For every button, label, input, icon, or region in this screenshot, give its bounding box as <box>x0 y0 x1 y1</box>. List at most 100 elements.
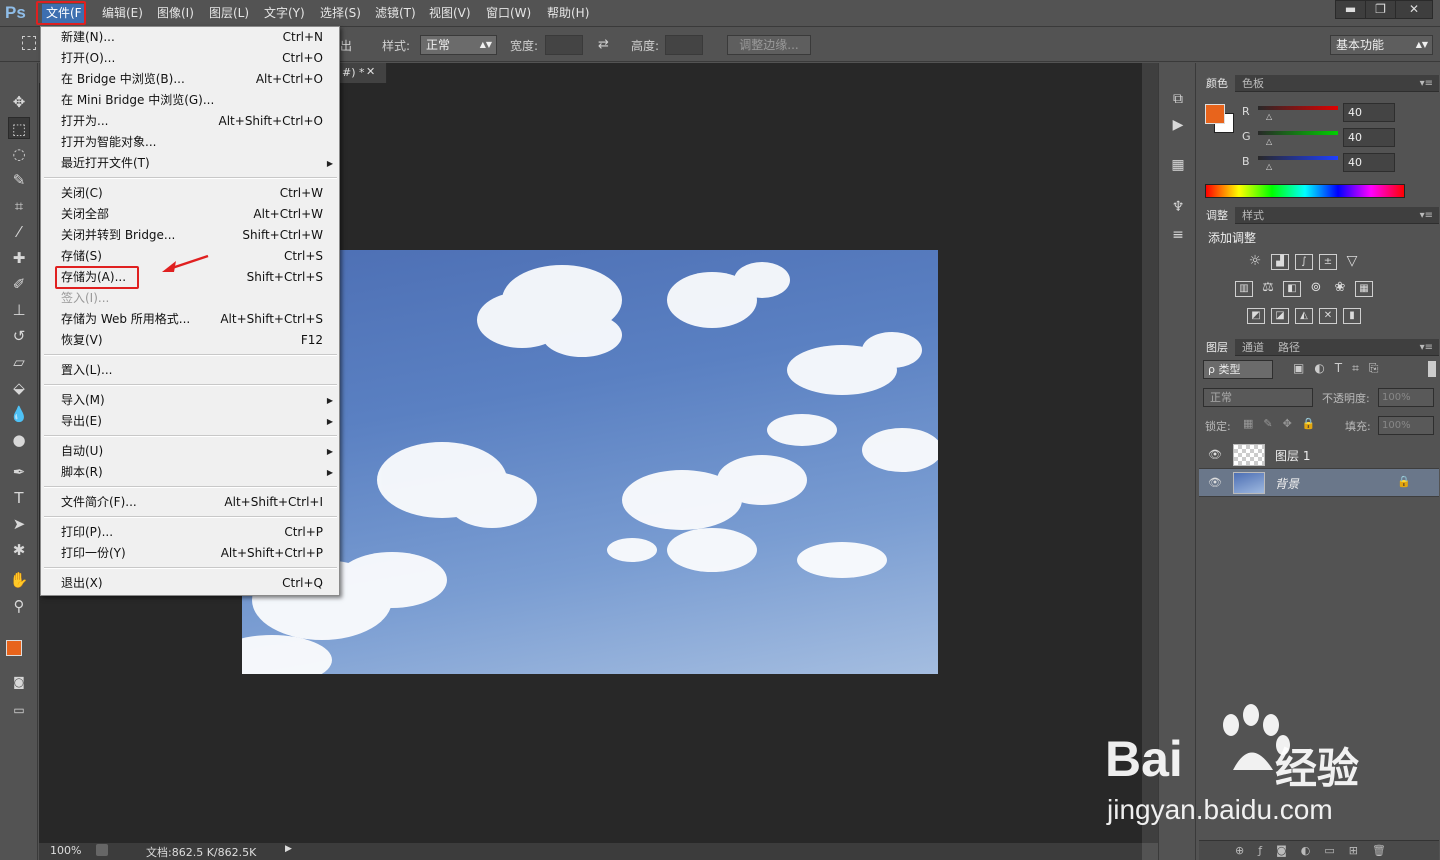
height-input[interactable] <box>665 35 703 55</box>
file-menu-item[interactable]: 存储为 Web 所用格式... Alt+Shift+Ctrl+S <box>41 309 341 330</box>
quick-select-tool-icon[interactable]: ✎ <box>8 169 30 191</box>
tab-channels[interactable]: 通道 <box>1235 339 1271 356</box>
filter-toggle[interactable] <box>1428 361 1436 377</box>
file-menu-item[interactable]: 打开(O)... Ctrl+O <box>41 48 341 69</box>
zoom-level[interactable]: 100% <box>50 844 81 857</box>
clone-stamp-tool-icon[interactable]: ⊥ <box>8 299 30 321</box>
bw-icon[interactable]: ◧ <box>1283 281 1301 297</box>
layers-bottom-toolbar[interactable]: ⊕ƒ◙◐▭⊞🗑 <box>1199 840 1439 860</box>
exposure-icon[interactable]: ± <box>1319 254 1337 270</box>
lock-icons[interactable]: ▦✎✥🔒 <box>1243 417 1326 430</box>
refine-edge-button[interactable]: 调整边缘... <box>727 35 811 55</box>
style-select[interactable]: 正常 ▲▼ <box>420 35 497 55</box>
lasso-tool-icon[interactable]: ◌ <box>8 143 30 165</box>
minimize-button[interactable]: ▬ <box>1335 0 1366 19</box>
photo-filter-icon[interactable]: ⊚ <box>1307 281 1325 297</box>
actions-play-icon[interactable]: ▶ <box>1168 115 1188 135</box>
threshold-icon[interactable]: ◭ <box>1295 308 1313 324</box>
file-menu-item[interactable]: 退出(X) Ctrl+Q <box>41 573 341 594</box>
file-menu-item[interactable]: 自动(U) ▶ <box>41 441 341 462</box>
menu-layer[interactable]: 图层(L) <box>205 4 253 23</box>
layer-row[interactable]: 👁 图层 1 <box>1199 441 1439 469</box>
quick-mask-icon[interactable]: ◙ <box>8 671 30 693</box>
pen-tool-icon[interactable]: ✒ <box>8 461 30 483</box>
menu-type[interactable]: 文字(Y) <box>260 4 309 23</box>
channel-r-slider[interactable] <box>1258 106 1338 110</box>
swap-icon[interactable]: ⇄ <box>598 37 609 52</box>
file-menu-item[interactable]: 脚本(R) ▶ <box>41 462 341 483</box>
width-input[interactable] <box>545 35 583 55</box>
foreground-color-chip[interactable] <box>1205 104 1225 124</box>
gradient-map-icon[interactable]: ▮ <box>1343 308 1361 324</box>
visibility-eye-icon[interactable]: 👁 <box>1208 476 1222 490</box>
brush-settings-icon[interactable]: ≡ <box>1168 225 1188 245</box>
move-tool-icon[interactable]: ✥ <box>8 91 30 113</box>
canvas-sky-image[interactable] <box>242 250 938 674</box>
selective-color-icon[interactable]: ✕ <box>1319 308 1337 324</box>
channel-b-input[interactable]: 40 <box>1343 153 1395 172</box>
tab-swatches[interactable]: 色板 <box>1235 75 1271 92</box>
file-menu-item[interactable]: 文件简介(F)... Alt+Shift+Ctrl+I <box>41 492 341 513</box>
fill-input[interactable]: 100% <box>1378 416 1434 435</box>
file-menu-item[interactable]: 新建(N)... Ctrl+N <box>41 27 341 48</box>
paint-bucket-tool-icon[interactable]: ⬙ <box>8 377 30 399</box>
file-menu-item[interactable]: 打开为... Alt+Shift+Ctrl+O <box>41 111 341 132</box>
history-icon[interactable]: ⧉ <box>1168 89 1188 109</box>
file-menu-item[interactable]: 在 Mini Bridge 中浏览(G)... <box>41 90 341 111</box>
slider-handle-icon[interactable]: △ <box>1266 137 1272 146</box>
file-menu-item[interactable]: 打印(P)... Ctrl+P <box>41 522 341 543</box>
blend-mode-select[interactable]: 正常 <box>1203 388 1313 407</box>
layer-filter-icons[interactable]: ▣◐T⌗⎘ <box>1293 361 1389 376</box>
posterize-icon[interactable]: ◪ <box>1271 308 1289 324</box>
curves-icon[interactable]: ∫ <box>1295 254 1313 270</box>
marquee-tool-icon[interactable] <box>22 36 36 50</box>
file-menu-item[interactable]: 关闭并转到 Bridge... Shift+Ctrl+W <box>41 225 341 246</box>
status-icon[interactable] <box>96 844 108 856</box>
brush-presets-icon[interactable]: ♆ <box>1168 197 1188 217</box>
tab-paths[interactable]: 路径 <box>1271 339 1307 356</box>
tab-styles[interactable]: 样式 <box>1235 207 1271 224</box>
layer-name[interactable]: 背景 <box>1275 475 1299 492</box>
file-menu-item[interactable]: 恢复(V) F12 <box>41 330 341 351</box>
color-lookup-icon[interactable]: ▦ <box>1355 281 1373 297</box>
crop-tool-icon[interactable]: ⌗ <box>8 195 30 217</box>
menu-select[interactable]: 选择(S) <box>316 4 365 23</box>
file-menu-item[interactable]: 打印一份(Y) Alt+Shift+Ctrl+P <box>41 543 341 564</box>
restore-button[interactable]: ❐ <box>1365 0 1396 19</box>
layer-kind-filter[interactable]: ρ 类型 <box>1203 360 1273 379</box>
tab-layers[interactable]: 图层 <box>1199 339 1235 356</box>
file-menu-item[interactable]: 在 Bridge 中浏览(B)... Alt+Ctrl+O <box>41 69 341 90</box>
file-menu-item[interactable]: 置入(L)... <box>41 360 341 381</box>
tab-adjustments[interactable]: 调整 <box>1199 207 1235 224</box>
close-button[interactable]: ✕ <box>1395 0 1433 19</box>
vibrance-icon[interactable]: ▽ <box>1343 254 1361 270</box>
type-tool-icon[interactable]: T <box>8 487 30 509</box>
status-menu-arrow-icon[interactable]: ▶ <box>285 844 292 854</box>
file-menu-item[interactable]: 导入(M) ▶ <box>41 390 341 411</box>
brush-tool-icon[interactable]: ✐ <box>8 273 30 295</box>
visibility-eye-icon[interactable]: 👁 <box>1208 448 1222 462</box>
eraser-tool-icon[interactable]: ▱ <box>8 351 30 373</box>
color-balance-icon[interactable]: ⚖ <box>1259 281 1277 297</box>
panel-menu-icon[interactable]: ▾≡ <box>1420 339 1433 356</box>
marquee-tool-icon[interactable]: ⬚ <box>8 117 30 139</box>
layer-name[interactable]: 图层 1 <box>1275 447 1310 464</box>
menu-window[interactable]: 窗口(W) <box>482 4 535 23</box>
channel-g-slider[interactable] <box>1258 131 1338 135</box>
menu-view[interactable]: 视图(V) <box>425 4 475 23</box>
layer-row-selected[interactable]: 👁 背景 🔒 <box>1199 469 1439 497</box>
opacity-input[interactable]: 100% <box>1378 388 1434 407</box>
file-menu-item[interactable]: 关闭全部 Alt+Ctrl+W <box>41 204 341 225</box>
channel-b-slider[interactable] <box>1258 156 1338 160</box>
healing-brush-tool-icon[interactable]: ✚ <box>8 247 30 269</box>
invert-icon[interactable]: ◩ <box>1247 308 1265 324</box>
channel-mixer-icon[interactable]: ❀ <box>1331 281 1349 297</box>
workspace-select[interactable]: 基本功能 ▲▼ <box>1330 35 1433 55</box>
menu-filter[interactable]: 滤镜(T) <box>371 4 420 23</box>
dodge-tool-icon[interactable]: ● <box>8 429 30 451</box>
levels-icon[interactable]: ▟ <box>1271 254 1289 270</box>
color-spectrum-ramp[interactable] <box>1205 184 1405 198</box>
slider-handle-icon[interactable]: △ <box>1266 162 1272 171</box>
history-brush-tool-icon[interactable]: ↺ <box>8 325 30 347</box>
brightness-icon[interactable]: ☼ <box>1246 254 1264 270</box>
